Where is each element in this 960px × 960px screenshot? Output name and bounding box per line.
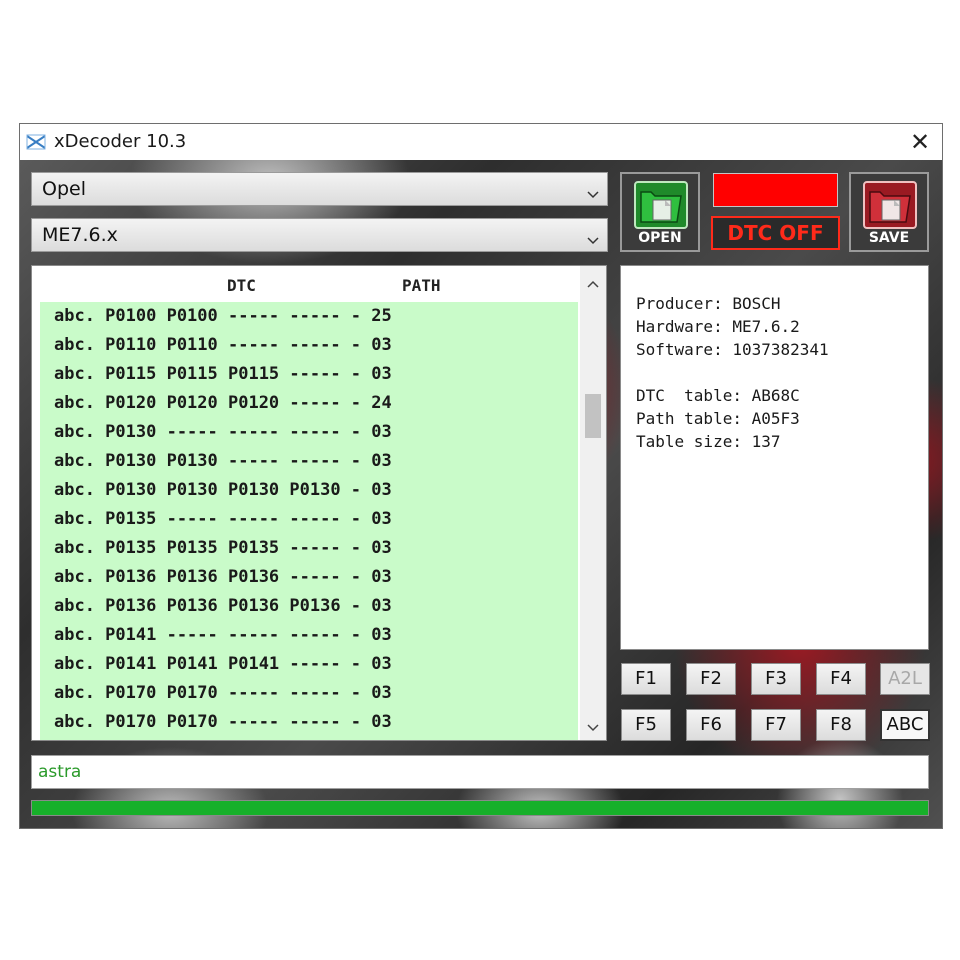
list-item[interactable]: abc. P0100 P0100 ----- ----- - 25: [54, 306, 392, 335]
ecu-info-panel: Producer: BOSCH Hardware: ME7.6.2 Softwa…: [620, 265, 929, 650]
window-title: xDecoder 10.3: [54, 131, 187, 152]
list-item[interactable]: abc. P0136 P0136 P0136 ----- - 03: [54, 567, 392, 596]
list-item[interactable]: abc. P0170 P0170 ----- ----- - 03: [54, 683, 392, 712]
search-input[interactable]: astra: [31, 755, 929, 789]
ecu-select[interactable]: ME7.6.x: [31, 218, 608, 252]
f3-button[interactable]: F3: [751, 663, 801, 695]
column-header-dtc: DTC: [227, 276, 256, 295]
save-button-label: SAVE: [868, 230, 910, 246]
list-scrollbar[interactable]: [580, 266, 606, 740]
title-bar: xDecoder 10.3 ✕: [20, 124, 942, 160]
list-item[interactable]: abc. P0135 P0135 P0135 ----- - 03: [54, 538, 392, 567]
progress-bar-fill: [32, 801, 928, 815]
scroll-down-icon[interactable]: [587, 720, 599, 732]
f4-button[interactable]: F4: [816, 663, 866, 695]
dtc-off-button[interactable]: DTC OFF: [711, 216, 840, 250]
list-item[interactable]: abc. P0170 P0170 ----- ----- - 03: [54, 712, 392, 740]
list-item[interactable]: abc. P0115 P0115 P0115 ----- - 03: [54, 364, 392, 393]
client-area: Opel ME7.6.x OPEN DTC OFF SAVE DTC PATH …: [20, 160, 942, 828]
f7-button[interactable]: F7: [751, 709, 801, 741]
column-header-path: PATH: [402, 276, 441, 295]
list-item[interactable]: abc. P0141 P0141 P0141 ----- - 03: [54, 654, 392, 683]
info-line-path-table: Path table: A05F3: [636, 409, 800, 428]
chevron-down-icon: [587, 183, 599, 199]
chevron-down-icon: [587, 229, 599, 245]
progress-bar: [31, 800, 929, 816]
abc-button[interactable]: ABC: [880, 709, 930, 741]
list-item[interactable]: abc. P0141 ----- ----- ----- - 03: [54, 625, 392, 654]
open-button-label: OPEN: [638, 230, 682, 246]
xdecoder-app-icon: [26, 134, 46, 150]
manufacturer-select-value: Opel: [42, 178, 86, 200]
list-item[interactable]: abc. P0136 P0136 P0136 P0136 - 03: [54, 596, 392, 625]
close-button[interactable]: ✕: [902, 126, 938, 158]
list-item[interactable]: abc. P0130 ----- ----- ----- - 03: [54, 422, 392, 451]
open-button[interactable]: OPEN: [620, 172, 700, 252]
list-item[interactable]: abc. P0130 P0130 P0130 P0130 - 03: [54, 480, 392, 509]
f1-button[interactable]: F1: [621, 663, 671, 695]
list-item[interactable]: abc. P0120 P0120 P0120 ----- - 24: [54, 393, 392, 422]
save-button[interactable]: SAVE: [849, 172, 929, 252]
f5-button[interactable]: F5: [621, 709, 671, 741]
folder-save-icon: [862, 180, 918, 230]
a2l-button[interactable]: A2L: [880, 663, 930, 695]
info-line-hardware: Hardware: ME7.6.2: [636, 317, 800, 336]
info-line-software: Software: 1037382341: [636, 340, 829, 359]
f6-button[interactable]: F6: [686, 709, 736, 741]
scroll-up-icon[interactable]: [587, 276, 599, 288]
f2-button[interactable]: F2: [686, 663, 736, 695]
info-line-producer: Producer: BOSCH: [636, 294, 781, 313]
status-indicator: [713, 173, 838, 207]
list-body: abc. P0100 P0100 ----- ----- - 25 abc. P…: [40, 302, 578, 740]
list-item[interactable]: abc. P0135 ----- ----- ----- - 03: [54, 509, 392, 538]
info-line-dtc-table: DTC table: AB68C: [636, 386, 800, 405]
list-item[interactable]: abc. P0110 P0110 ----- ----- - 03: [54, 335, 392, 364]
info-line-table-size: Table size: 137: [636, 432, 781, 451]
manufacturer-select[interactable]: Opel: [31, 172, 608, 206]
scrollbar-thumb[interactable]: [585, 394, 601, 438]
app-window: xDecoder 10.3 ✕ Opel ME7.6.x OPEN DTC OF…: [19, 123, 943, 829]
dtc-list: DTC PATH abc. P0100 P0100 ----- ----- - …: [31, 265, 607, 741]
list-header: DTC PATH: [32, 266, 580, 302]
ecu-select-value: ME7.6.x: [42, 224, 118, 246]
f8-button[interactable]: F8: [816, 709, 866, 741]
folder-open-icon: [633, 180, 689, 230]
list-item[interactable]: abc. P0130 P0130 ----- ----- - 03: [54, 451, 392, 480]
